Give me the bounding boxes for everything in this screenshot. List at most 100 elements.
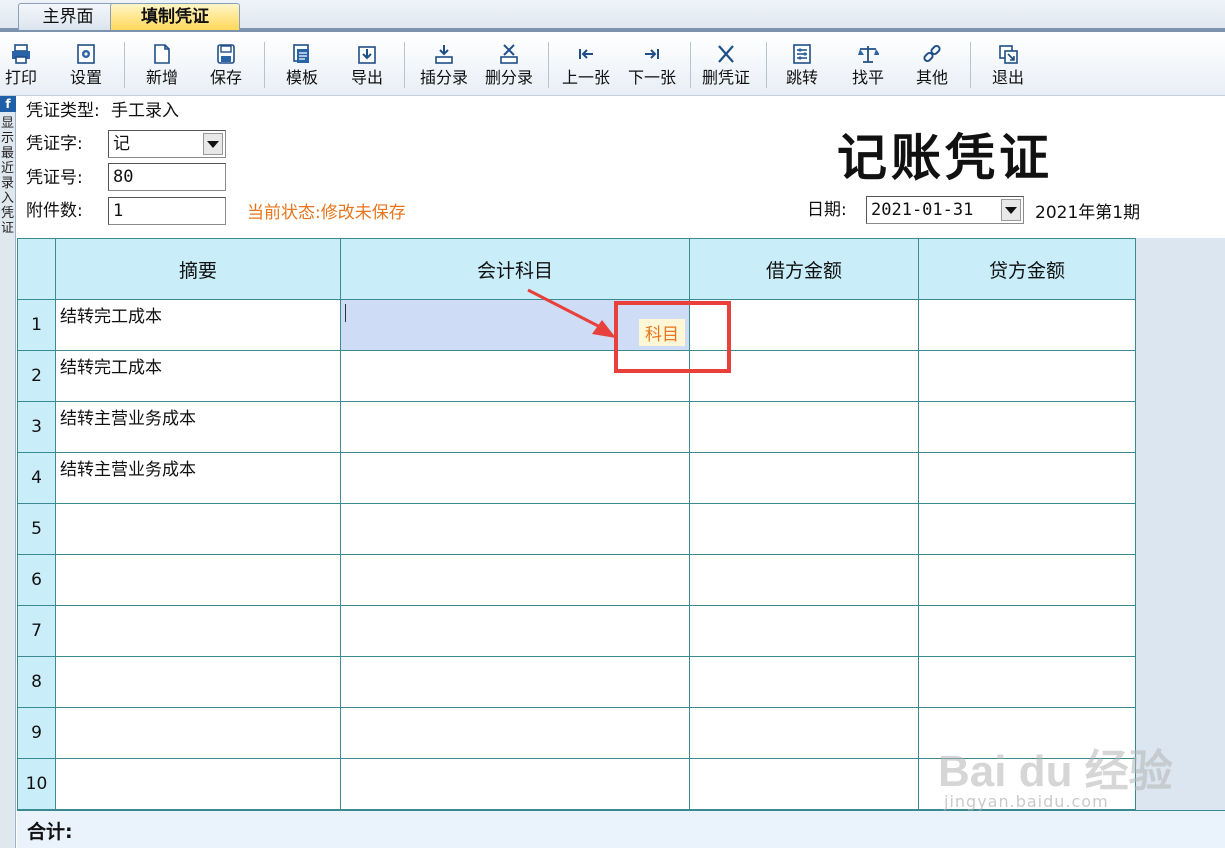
summary-cell[interactable] [55, 554, 341, 606]
baidu-watermark: Bai du 经验 [938, 747, 1173, 796]
exit-button[interactable]: 退出 [980, 40, 1036, 92]
print-button[interactable]: 打印 [0, 40, 42, 92]
insert-entry-icon [412, 40, 476, 68]
account-cell[interactable] [340, 605, 690, 657]
chevron-down-icon[interactable] [1001, 199, 1021, 221]
account-cell[interactable] [340, 707, 690, 759]
date-picker[interactable]: 2021-01-31 [866, 196, 1024, 224]
debit-cell[interactable] [689, 401, 919, 453]
jump-button[interactable]: 跳转 [774, 40, 830, 92]
column-header-account: 会计科目 [340, 238, 690, 300]
debit-cell[interactable] [689, 503, 919, 555]
summary-cell[interactable] [55, 758, 341, 810]
tab-main-interface[interactable]: 主界面 [18, 3, 118, 30]
other-button[interactable]: 其他 [904, 40, 960, 92]
debit-cell[interactable] [689, 656, 919, 708]
column-header-debit: 借方金额 [689, 238, 919, 300]
recent-vouchers-side-tab[interactable]: f 显示最近录入凭证 [0, 96, 16, 848]
account-cell[interactable] [340, 554, 690, 606]
new-document-icon [134, 40, 190, 68]
previous-icon [554, 40, 618, 68]
credit-cell[interactable] [918, 452, 1136, 504]
summary-cell[interactable]: 结转主营业务成本 [55, 452, 341, 504]
summary-cell[interactable]: 结转完工成本 [55, 299, 341, 351]
save-button[interactable]: 保存 [198, 40, 254, 92]
delete-entry-button[interactable]: 删分录 [477, 40, 541, 92]
tab-fill-voucher[interactable]: 填制凭证 [110, 3, 240, 30]
summary-cell[interactable]: 结转完工成本 [55, 350, 341, 402]
exit-icon [980, 40, 1036, 68]
settings-button[interactable]: 设置 [58, 40, 114, 92]
date-label: 日期: [807, 200, 847, 220]
row-number: 10 [17, 758, 56, 810]
summary-cell[interactable] [55, 656, 341, 708]
debit-cell[interactable] [689, 452, 919, 504]
new-button[interactable]: 新增 [134, 40, 190, 92]
credit-cell[interactable] [918, 401, 1136, 453]
row-number: 3 [17, 401, 56, 453]
delete-entry-icon [477, 40, 541, 68]
balance-button[interactable]: 找平 [840, 40, 896, 92]
side-tab-icon: f [0, 96, 16, 112]
debit-cell[interactable] [689, 707, 919, 759]
balance-scale-icon [840, 40, 896, 68]
printer-icon [0, 40, 42, 68]
next-voucher-button[interactable]: 下一张 [620, 40, 684, 92]
credit-cell[interactable] [918, 656, 1136, 708]
delete-voucher-button[interactable]: 删凭证 [694, 40, 758, 92]
credit-cell[interactable] [918, 554, 1136, 606]
row-number: 9 [17, 707, 56, 759]
table-row: 6 [17, 554, 1136, 606]
totals-label: 合计: [27, 821, 73, 843]
link-icon [904, 40, 960, 68]
jump-icon [774, 40, 830, 68]
voucher-entry-window: 主界面 填制凭证 打印 设置 新增 保存 模板 导出 插分录 删分录 上一张 下… [0, 0, 1225, 848]
voucher-number-field[interactable]: 80 [108, 163, 226, 191]
credit-cell[interactable] [918, 503, 1136, 555]
save-icon [198, 40, 254, 68]
voucher-type-label: 凭证类型: [26, 101, 100, 121]
attachments-field[interactable]: 1 [108, 197, 226, 225]
row-number: 2 [17, 350, 56, 402]
credit-cell[interactable] [918, 350, 1136, 402]
summary-cell[interactable] [55, 503, 341, 555]
voucher-word-select[interactable]: 记 [108, 130, 226, 158]
credit-cell[interactable] [918, 299, 1136, 351]
attachments-label: 附件数: [26, 201, 83, 221]
table-row: 8 [17, 656, 1136, 708]
row-number: 4 [17, 452, 56, 504]
credit-cell[interactable] [918, 605, 1136, 657]
gear-icon [58, 40, 114, 68]
previous-voucher-button[interactable]: 上一张 [554, 40, 618, 92]
column-header-credit: 贷方金额 [918, 238, 1136, 300]
export-icon [340, 40, 394, 68]
chevron-down-icon[interactable] [203, 133, 223, 155]
account-cell[interactable] [340, 503, 690, 555]
row-number: 1 [17, 299, 56, 351]
table-row: 7 [17, 605, 1136, 657]
summary-cell[interactable] [55, 707, 341, 759]
row-number: 6 [17, 554, 56, 606]
account-cell[interactable] [340, 758, 690, 810]
export-button[interactable]: 导出 [340, 40, 394, 92]
totals-bar: 合计: [17, 810, 1225, 848]
summary-cell[interactable]: 结转主营业务成本 [55, 401, 341, 453]
toolbar: 打印 设置 新增 保存 模板 导出 插分录 删分录 上一张 下一张 删凭证 跳转… [0, 36, 1225, 96]
account-cell[interactable] [340, 401, 690, 453]
account-cell[interactable] [340, 452, 690, 504]
debit-cell[interactable] [689, 758, 919, 810]
row-number: 7 [17, 605, 56, 657]
voucher-number-label: 凭证号: [26, 168, 83, 188]
debit-cell[interactable] [689, 554, 919, 606]
page-title: 记账凭证 [837, 128, 1053, 187]
annotation-highlight-box [614, 301, 731, 373]
summary-cell[interactable] [55, 605, 341, 657]
debit-cell[interactable] [689, 605, 919, 657]
account-cell[interactable] [340, 656, 690, 708]
template-button[interactable]: 模板 [274, 40, 330, 92]
insert-entry-button[interactable]: 插分录 [412, 40, 476, 92]
voucher-word-label: 凭证字: [26, 134, 83, 154]
accounting-period: 2021年第1期 [1035, 203, 1141, 223]
column-header-summary: 摘要 [55, 238, 341, 300]
table-row: 3 结转主营业务成本 [17, 401, 1136, 453]
